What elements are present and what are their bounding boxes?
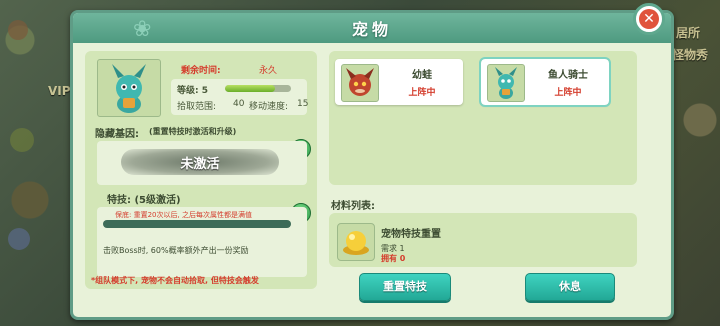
title-bar: ❀ 宠物 (73, 13, 671, 43)
material-owned: 拥有 0 (381, 254, 406, 263)
skill-description: 击败Boss时, 60%概率额外产出一份奖励 (103, 246, 249, 255)
hidden-gene-label: 隐藏基因: (95, 129, 139, 140)
level-label: 等级: 5 (177, 86, 208, 96)
pet-thumbnail (341, 64, 379, 102)
pickup-range-value: 40 (233, 99, 245, 109)
hidden-gene-note: (重置特技时激活和升级) (149, 127, 237, 136)
reset-skill-button[interactable]: 重置特技 (359, 273, 451, 301)
skill-progress-bar (103, 220, 291, 228)
hud-icon (10, 128, 34, 152)
material-item-icon[interactable] (337, 223, 375, 261)
move-speed-label: 移动速度: (249, 102, 289, 112)
golden-orb-icon (343, 231, 369, 255)
hud-label-residence: 居所 (676, 26, 701, 40)
pet-list: 幼蛙 上阵中 鱼人骑士 上阵中 (329, 51, 637, 185)
fishman-knight-icon (112, 64, 146, 113)
skill-box: 保底: 重置20次以后, 之后每次属性都是满值 击败Boss时, 60%概率额外… (97, 207, 307, 277)
pet-card-fishman-knight[interactable]: 鱼人骑士 上阵中 (479, 57, 611, 107)
pet-thumbnail (487, 64, 525, 102)
paw-decoration-icon: ❀ (133, 17, 152, 42)
pet-name: 幼蛙 (412, 70, 432, 81)
team-mode-note: *组队模式下, 宠物不会自动拾取, 但特技会触发 (91, 276, 259, 285)
hidden-gene-box: 未激活 (97, 141, 307, 185)
material-list: 宠物特技重置 需求 1 拥有 0 (329, 213, 637, 267)
hud-label-vip: VIP (48, 84, 71, 98)
pet-portrait (97, 59, 161, 117)
rest-button[interactable]: 休息 (525, 273, 615, 301)
remaining-time-label: 剩余时间: (181, 66, 221, 76)
window-title: 宠物 (351, 20, 392, 39)
material-list-title: 材料列表: (331, 201, 375, 212)
young-frog-icon (346, 68, 374, 96)
skill-title: 特技: (5级激活) (107, 195, 181, 206)
close-icon: ✕ (639, 9, 659, 29)
pet-card-young-frog[interactable]: 幼蛙 上阵中 (335, 59, 463, 105)
pet-name: 鱼人骑士 (548, 70, 588, 81)
stats-box: 等级: 5 拾取范围: 40 移动速度: 15 (171, 79, 309, 115)
level-progress-bar (225, 85, 291, 92)
hud-label-monster-show: 怪物秀 (672, 48, 709, 62)
pet-status: 上阵中 (408, 88, 436, 98)
hud-icon (8, 20, 28, 40)
remaining-time-value: 永久 (259, 66, 278, 76)
level-progress-fill (225, 85, 275, 92)
material-name: 宠物特技重置 (381, 229, 441, 240)
move-speed-value: 15 (297, 99, 309, 109)
fishman-knight-icon (495, 67, 517, 99)
pet-detail-section: 剩余时间: 永久 等级: 5 拾取范围: 40 移动速度: 15 隐藏基因: (… (85, 51, 317, 289)
skill-guarantee-text: 保底: 重置20次以后, 之后每次属性都是满值 (115, 211, 252, 219)
close-button[interactable]: ✕ (633, 3, 665, 35)
pet-status: 上阵中 (554, 88, 582, 98)
hidden-gene-status: 未激活 (121, 149, 279, 175)
pickup-range-label: 拾取范围: (177, 102, 217, 112)
hud-icon (8, 228, 30, 250)
pet-panel: ❀ 宠物 剩余时间: 永久 等级: 5 拾取范围: 40 移动速度: 15 隐藏… (70, 10, 674, 320)
